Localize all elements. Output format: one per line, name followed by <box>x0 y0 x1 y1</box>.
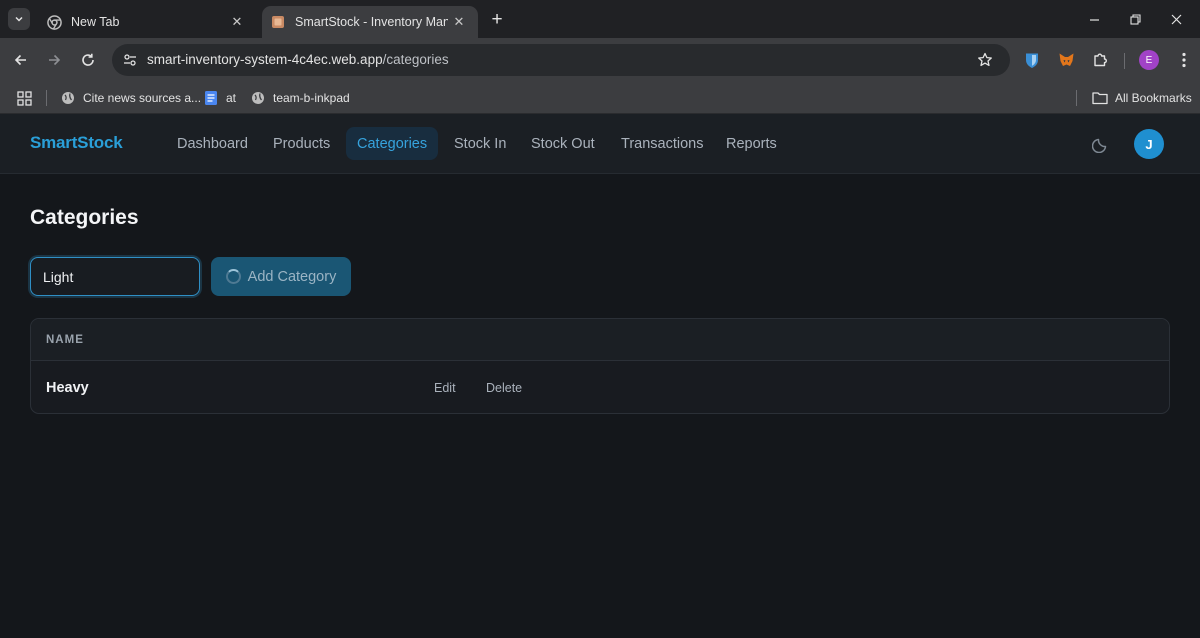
tab-title: SmartStock - Inventory Management <box>295 15 448 29</box>
brand-logo[interactable]: SmartStock <box>30 133 123 153</box>
site-settings-icon[interactable] <box>120 50 140 70</box>
bookmark-star-icon[interactable] <box>976 51 994 69</box>
tab-title: New Tab <box>71 15 120 29</box>
edit-button[interactable]: Edit <box>434 381 456 395</box>
url-text: smart-inventory-system-4c4ec.web.app/cat… <box>147 52 449 67</box>
category-name-input[interactable] <box>30 257 200 296</box>
tab-new-tab[interactable]: New Tab ✕ <box>38 6 256 38</box>
globe-icon <box>60 90 76 106</box>
folder-icon <box>1092 90 1108 106</box>
bookmarks-divider <box>1076 90 1077 106</box>
browser-toolbar: smart-inventory-system-4c4ec.web.app/cat… <box>0 38 1200 82</box>
profile-initial: E <box>1145 54 1153 66</box>
loading-spinner-icon <box>225 269 241 284</box>
bookmark-label: at <box>226 91 237 105</box>
close-icon[interactable]: ✕ <box>448 11 470 33</box>
back-button[interactable] <box>9 48 33 72</box>
restore-button[interactable] <box>1113 6 1157 32</box>
window-close-button[interactable] <box>1154 6 1198 32</box>
reload-button[interactable] <box>76 48 100 72</box>
bookmark-item[interactable]: at <box>203 88 236 108</box>
theme-toggle-button[interactable] <box>1090 133 1112 155</box>
nav-dashboard[interactable]: Dashboard <box>166 127 259 160</box>
apps-button[interactable] <box>16 88 39 108</box>
browser-tabstrip: New Tab ✕ SmartStock - Inventory Managem… <box>0 0 1200 38</box>
metamask-fox-icon[interactable] <box>1055 49 1077 71</box>
nav-products[interactable]: Products <box>262 127 341 160</box>
minimize-icon <box>1089 18 1099 21</box>
arrow-left-icon <box>14 54 26 66</box>
bookmarks-bar: Cite news sources a... at team-b-inkpad … <box>0 82 1200 114</box>
more-vertical-icon <box>1182 52 1186 68</box>
user-initial: J <box>1145 136 1153 152</box>
url-path: /categories <box>382 52 449 67</box>
nav-stock-in[interactable]: Stock In <box>443 127 517 160</box>
category-name-cell: Heavy <box>46 380 89 396</box>
bitwarden-shield-icon[interactable] <box>1021 49 1043 71</box>
close-icon <box>1171 14 1181 24</box>
categories-table: NAME Heavy Edit Delete <box>30 318 1170 414</box>
table-header: NAME <box>31 319 1169 361</box>
column-header-name: NAME <box>46 334 84 346</box>
all-bookmarks-button[interactable]: All Bookmarks <box>1092 88 1192 108</box>
docs-icon <box>203 90 219 106</box>
profile-avatar[interactable]: E <box>1139 50 1159 70</box>
nav-categories[interactable]: Categories <box>346 127 439 160</box>
tab-smartstock[interactable]: SmartStock - Inventory Management ✕ <box>262 6 478 38</box>
bookmarks-divider <box>46 90 47 106</box>
tab-search-button[interactable] <box>8 8 30 30</box>
globe-icon <box>250 90 266 106</box>
add-category-button[interactable]: Add Category <box>211 257 351 296</box>
restore-icon <box>1129 13 1141 25</box>
minimize-button[interactable] <box>1072 6 1116 32</box>
arrow-right-icon <box>49 54 61 66</box>
nav-transactions[interactable]: Transactions <box>610 127 714 160</box>
bookmark-label: Cite news sources a... <box>83 91 202 105</box>
box-icon <box>270 14 286 30</box>
add-category-label: Add Category <box>247 268 337 285</box>
moon-icon <box>1092 138 1107 153</box>
toolbar-divider <box>1124 53 1125 69</box>
address-bar[interactable]: smart-inventory-system-4c4ec.web.app/cat… <box>112 44 1010 76</box>
url-host: smart-inventory-system-4c4ec.web.app <box>147 52 383 67</box>
chrome-icon <box>46 14 62 30</box>
delete-button[interactable]: Delete <box>486 381 522 395</box>
new-tab-button[interactable]: + <box>486 9 508 31</box>
close-icon[interactable]: ✕ <box>226 11 248 33</box>
chevron-down-icon <box>15 16 23 22</box>
all-bookmarks-label: All Bookmarks <box>1115 91 1192 105</box>
table-row: Heavy Edit Delete <box>31 362 1169 413</box>
bookmark-label: team-b-inkpad <box>273 91 350 105</box>
user-avatar[interactable]: J <box>1134 129 1164 159</box>
bookmark-item[interactable]: team-b-inkpad <box>250 88 350 108</box>
forward-button[interactable] <box>42 48 66 72</box>
bookmark-item[interactable]: Cite news sources a... <box>60 88 201 108</box>
nav-stock-out[interactable]: Stock Out <box>520 127 606 160</box>
page-title: Categories <box>30 206 139 229</box>
nav-reports[interactable]: Reports <box>715 127 788 160</box>
reload-icon <box>82 53 94 66</box>
browser-menu-button[interactable] <box>1173 49 1195 71</box>
apps-grid-icon <box>16 90 32 106</box>
extensions-puzzle-icon[interactable] <box>1089 49 1111 71</box>
app-header: SmartStock Dashboard Products Categories… <box>0 114 1200 174</box>
